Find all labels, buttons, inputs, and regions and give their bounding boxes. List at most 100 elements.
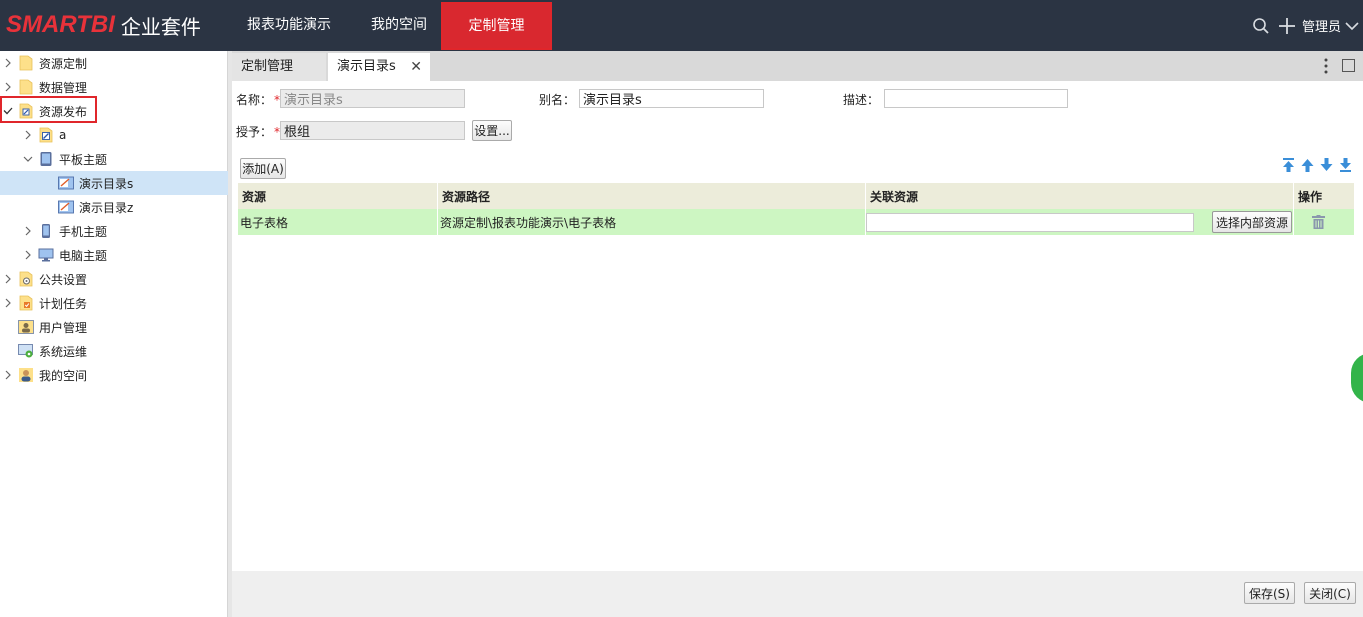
column-header-linked-resource: 关联资源 xyxy=(866,183,1294,209)
alias-label: 别名： xyxy=(539,93,576,107)
monitor-icon xyxy=(38,247,54,263)
app-logo[interactable]: SMARTBI 企业套件 xyxy=(6,8,201,42)
chevron-right-icon[interactable] xyxy=(22,219,34,243)
sidebar-item-label: a xyxy=(59,128,67,142)
sidebar-item-label: 演示目录z xyxy=(79,200,134,215)
sidebar-item[interactable]: 数据管理 xyxy=(0,75,228,99)
nav-tab-custom-manage[interactable]: 定制管理 xyxy=(441,2,552,50)
move-down-icon[interactable] xyxy=(1319,157,1334,173)
add-button[interactable]: 添加(A) xyxy=(240,158,286,179)
name-label: 名称： * xyxy=(236,93,281,107)
sidebar-item[interactable]: 公共设置 xyxy=(0,267,228,291)
main-panel: 定制管理 演示目录s ✕ 名称：* 别名： 描述： 授予：* 设置... 添加(… xyxy=(232,51,1363,617)
chevron-down-icon[interactable] xyxy=(22,147,34,171)
description-input[interactable] xyxy=(884,89,1068,108)
move-top-icon[interactable] xyxy=(1281,157,1296,173)
sidebar-item[interactable]: 演示目录z xyxy=(0,195,228,219)
column-header-operation: 操作 xyxy=(1298,189,1323,204)
tab-custom-manage[interactable]: 定制管理 xyxy=(232,53,326,81)
tab-label: 定制管理 xyxy=(241,59,294,74)
nav-tab-my-space[interactable]: 我的空间 xyxy=(353,0,445,51)
ops-icon xyxy=(18,343,34,359)
setting-button[interactable]: 设置... xyxy=(472,120,512,141)
close-button[interactable]: 关闭(C) xyxy=(1304,582,1356,604)
table-row[interactable]: 电子表格 资源定制\报表功能演示\电子表格 选择内部资源 xyxy=(238,209,1354,235)
sidebar-item-label: 资源定制 xyxy=(39,56,88,71)
sidebar-item-label: 资源发布 xyxy=(39,104,88,119)
sidebar-item[interactable]: 电脑主题 xyxy=(0,243,228,267)
column-header-resource: 资源 xyxy=(238,183,438,209)
sidebar-item[interactable]: 手机主题 xyxy=(0,219,228,243)
cell-path: 资源定制\报表功能演示\电子表格 xyxy=(438,209,866,235)
alias-input[interactable] xyxy=(579,89,764,108)
suite-name: 企业套件 xyxy=(120,14,201,39)
checkmark-icon[interactable] xyxy=(2,99,14,123)
person-icon xyxy=(18,367,34,383)
search-icon[interactable] xyxy=(1248,0,1274,51)
tab-demo-catalog[interactable]: 演示目录s ✕ xyxy=(328,53,430,81)
catalog-icon xyxy=(58,175,74,191)
sidebar-item-label: 手机主题 xyxy=(59,224,108,239)
chevron-right-icon[interactable] xyxy=(2,51,14,75)
maximize-icon[interactable] xyxy=(1342,59,1355,72)
cell-resource: 电子表格 xyxy=(238,209,438,235)
task-folder-icon xyxy=(18,295,34,311)
floating-assistant-button[interactable] xyxy=(1351,353,1363,403)
trash-icon[interactable] xyxy=(1312,215,1325,229)
tablet-icon xyxy=(38,151,54,167)
move-up-icon[interactable] xyxy=(1300,157,1315,173)
sidebar-item[interactable]: 系统运维 xyxy=(0,339,228,363)
user-menu[interactable]: 管理员 xyxy=(1302,16,1341,35)
chevron-down-icon[interactable] xyxy=(1341,21,1363,31)
sidebar-item-label: 电脑主题 xyxy=(59,248,108,263)
resource-tree: 资源定制数据管理资源发布 a 平板主题演示目录s 演示目录z 手机主题电脑主题公共设置计… xyxy=(0,51,228,617)
sidebar-item[interactable]: 我的空间 xyxy=(0,363,228,387)
grant-input[interactable] xyxy=(280,121,465,140)
publish-icon xyxy=(38,127,54,143)
tab-bar: 定制管理 演示目录s ✕ xyxy=(232,51,1363,81)
chevron-right-icon[interactable] xyxy=(22,243,34,267)
sidebar-item[interactable]: a xyxy=(0,123,228,147)
column-header-path: 资源路径 xyxy=(438,183,866,209)
sidebar-item[interactable]: 演示目录s xyxy=(0,171,228,195)
move-bottom-icon[interactable] xyxy=(1338,157,1353,173)
cell-operation xyxy=(1294,209,1354,235)
sidebar-item-label: 演示目录s xyxy=(79,176,134,191)
resource-grid: 资源 资源路径 关联资源 操作 电子表格 资源定制\报表功能演示\电子表格 选择… xyxy=(238,183,1354,235)
user-manage-icon xyxy=(18,319,34,335)
sidebar-item-label: 系统运维 xyxy=(39,344,88,359)
publish-folder-icon xyxy=(18,103,34,119)
chevron-right-icon[interactable] xyxy=(2,75,14,99)
sidebar-item[interactable]: 资源发布 xyxy=(0,99,228,123)
sidebar-item-label: 我的空间 xyxy=(39,368,88,383)
nav-tab-report-demo[interactable]: 报表功能演示 xyxy=(230,0,348,51)
name-input[interactable] xyxy=(280,89,465,108)
plus-icon[interactable] xyxy=(1274,0,1300,51)
chevron-right-icon[interactable] xyxy=(22,123,34,147)
select-internal-resource-button[interactable]: 选择内部资源 xyxy=(1212,211,1293,233)
folder-icon xyxy=(18,79,34,95)
folder-icon xyxy=(18,55,34,71)
grid-header: 资源 资源路径 关联资源 操作 xyxy=(238,183,1354,209)
linked-resource-input[interactable] xyxy=(866,212,1194,232)
sidebar-item-label: 平板主题 xyxy=(59,152,108,167)
top-bar: SMARTBI 企业套件 报表功能演示 我的空间 定制管理 管理员 xyxy=(0,0,1363,51)
chevron-right-icon[interactable] xyxy=(2,291,14,315)
grant-label: 授予： * xyxy=(236,125,281,139)
sidebar-item[interactable]: 计划任务 xyxy=(0,291,228,315)
nav-tab-label: 我的空间 xyxy=(371,17,427,33)
sidebar-item[interactable]: 资源定制 xyxy=(0,51,228,75)
close-icon[interactable]: ✕ xyxy=(410,53,422,81)
sidebar-item[interactable]: 平板主题 xyxy=(0,147,228,171)
more-vertical-icon[interactable] xyxy=(1319,55,1333,77)
chevron-right-icon[interactable] xyxy=(2,267,14,291)
top-right-toolbar: 管理员 xyxy=(1248,0,1363,51)
save-button[interactable]: 保存(S) xyxy=(1244,582,1295,604)
sidebar-item[interactable]: 用户管理 xyxy=(0,315,228,339)
phone-icon xyxy=(38,223,54,239)
chevron-right-icon[interactable] xyxy=(2,363,14,387)
nav-tab-label: 定制管理 xyxy=(468,18,525,34)
